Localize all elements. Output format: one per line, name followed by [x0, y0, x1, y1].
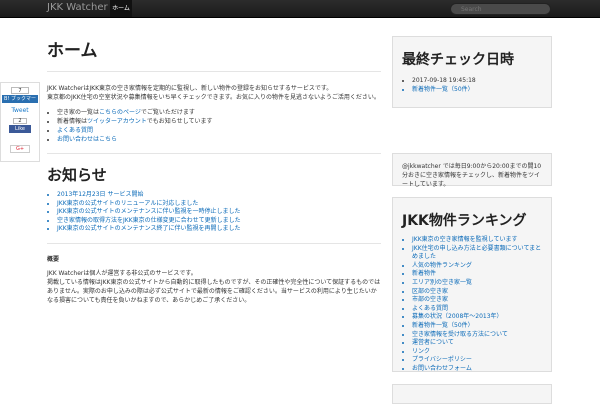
news-item[interactable]: JKK東京の公式サイトのメンテナンス終了に伴い監視を再開しました	[57, 225, 381, 234]
hatena-bookmark-button[interactable]: B! ブックマーク	[2, 95, 38, 110]
ranking-item[interactable]: 運営者について	[412, 339, 542, 348]
new-properties-link[interactable]: 新着物件一覧（50件）	[412, 86, 542, 95]
list-item-link[interactable]: こちらのページ	[99, 109, 141, 116]
ranking-item[interactable]: 空き家情報を受け取る方法について	[412, 331, 542, 340]
last-check-widget: 最終チェック日時 2017-09-18 19:45:18 新着物件一覧（50件）	[392, 36, 552, 108]
list-item: 空き家の一覧はこちらのページでご覧いただけます	[57, 108, 381, 117]
facebook-like-button[interactable]: Like	[9, 125, 31, 133]
news-item[interactable]: JKK東京の公式サイトのメンテナンスに伴い監視を一時停止しました	[57, 208, 381, 217]
ranking-item[interactable]: 区部の空き家	[412, 288, 542, 297]
top-navbar: JKK Watcher ホーム	[0, 0, 600, 18]
search-input[interactable]	[450, 3, 551, 15]
news-item[interactable]: 空き家情報の取得方法をJKK東京の仕様変更に合わせて更新しました	[57, 217, 381, 226]
main-content: ホーム JKK WatcherはJKK東京の空き家情報を定期的に監視し、新しい物…	[47, 36, 381, 305]
news-title: お知らせ	[47, 166, 107, 184]
list-item-text: 空き家の一覧は	[57, 109, 100, 116]
ranking-item[interactable]: 新着物件一覧（50件）	[412, 322, 542, 331]
tweet-button[interactable]: Tweet	[1, 107, 39, 114]
ranking-title: JKK物件ランキング	[402, 213, 527, 229]
about-text: JKK Watcherは個人が運営する非公式のサービスです。 掲載している情報は…	[47, 269, 381, 305]
list-item: お問い合わせはこちら	[57, 135, 381, 144]
divider	[47, 153, 381, 154]
divider	[47, 242, 381, 244]
last-check-time: 2017-09-18 19:45:18	[412, 77, 542, 86]
nav-item-home[interactable]: ホーム	[110, 0, 132, 17]
news-item[interactable]: 2013年12月23日 サービス開始	[57, 191, 381, 200]
about-line-1: JKK Watcherは個人が運営する非公式のサービスです。	[47, 269, 197, 277]
ranking-item[interactable]: JKK東京の空き家情報を監視しています	[412, 236, 542, 245]
page-title: ホーム	[47, 36, 381, 72]
last-check-list: 2017-09-18 19:45:18 新着物件一覧（50件）	[412, 77, 542, 94]
sidebar-widget	[392, 384, 552, 404]
brand-logo[interactable]: JKK Watcher	[47, 2, 108, 13]
about-title: 概要	[47, 255, 60, 263]
twitter-widget: @jkkwatcher では毎日9:00から20:00までの間10分おきに空き家…	[392, 153, 552, 188]
list-item-text: でご覧いただけます	[140, 109, 195, 116]
facebook-count: 2	[13, 118, 27, 124]
list-item: よくある質問	[57, 126, 381, 135]
feature-list: 空き家の一覧はこちらのページでご覧いただけます 新着情報はツイッターアカウントで…	[57, 108, 381, 144]
last-check-title: 最終チェック日時	[402, 52, 514, 68]
list-item-link[interactable]: よくある質問	[57, 127, 93, 134]
list-item-text: 新着情報は	[57, 118, 88, 125]
ranking-item[interactable]: 募集の状況（2008年〜2013年）	[412, 313, 542, 322]
ranking-list: JKK東京の空き家情報を監視しています JKK住宅の申し込み方法と必要書類につい…	[412, 236, 542, 374]
list-item-text: でもお知らせしています	[146, 118, 213, 125]
social-share-panel: 7 B! ブックマーク Tweet 2 Like G+	[0, 82, 40, 162]
intro-line-1: JKK WatcherはJKK東京の空き家情報を定期的に監視し、新しい物件の登録…	[47, 85, 333, 92]
ranking-item[interactable]: お問い合わせフォーム	[412, 365, 542, 374]
news-list: 2013年12月23日 サービス開始 JKK東京の公式サイトのリニューアルに対応…	[57, 191, 381, 234]
list-item-link[interactable]: ツイッターアカウント	[87, 118, 147, 125]
google-plus-button[interactable]: G+	[10, 145, 30, 153]
ranking-item[interactable]: 新着物件	[412, 270, 542, 279]
twitter-description: @jkkwatcher では毎日9:00から20:00までの間10分おきに空き家…	[402, 163, 542, 188]
about-line-2: 掲載している情報はJKK東京の公式サイトから自動的に取得したものですが、その正確…	[47, 278, 381, 304]
list-item-link[interactable]: お問い合わせはこちら	[57, 136, 117, 143]
intro-text: JKK WatcherはJKK東京の空き家情報を定期的に監視し、新しい物件の登録…	[47, 84, 381, 102]
ranking-widget: JKK物件ランキング JKK東京の空き家情報を監視しています JKK住宅の申し込…	[392, 197, 552, 372]
ranking-item[interactable]: 市部の空き家	[412, 296, 542, 305]
intro-line-2: 東京都のJKK住宅の空室状況や募集情報をいち早くチェックできます。お気に入りの物…	[47, 94, 380, 101]
ranking-item[interactable]: エリア別の空き家一覧	[412, 279, 542, 288]
ranking-item[interactable]: プライバシーポリシー	[412, 356, 542, 365]
hatena-count: 7	[11, 87, 29, 94]
list-item: 新着情報はツイッターアカウントでもお知らせしています	[57, 117, 381, 126]
ranking-item[interactable]: JKK住宅の申し込み方法と必要書類についてまとめました	[412, 245, 542, 262]
news-item[interactable]: JKK東京の公式サイトのリニューアルに対応しました	[57, 200, 381, 209]
